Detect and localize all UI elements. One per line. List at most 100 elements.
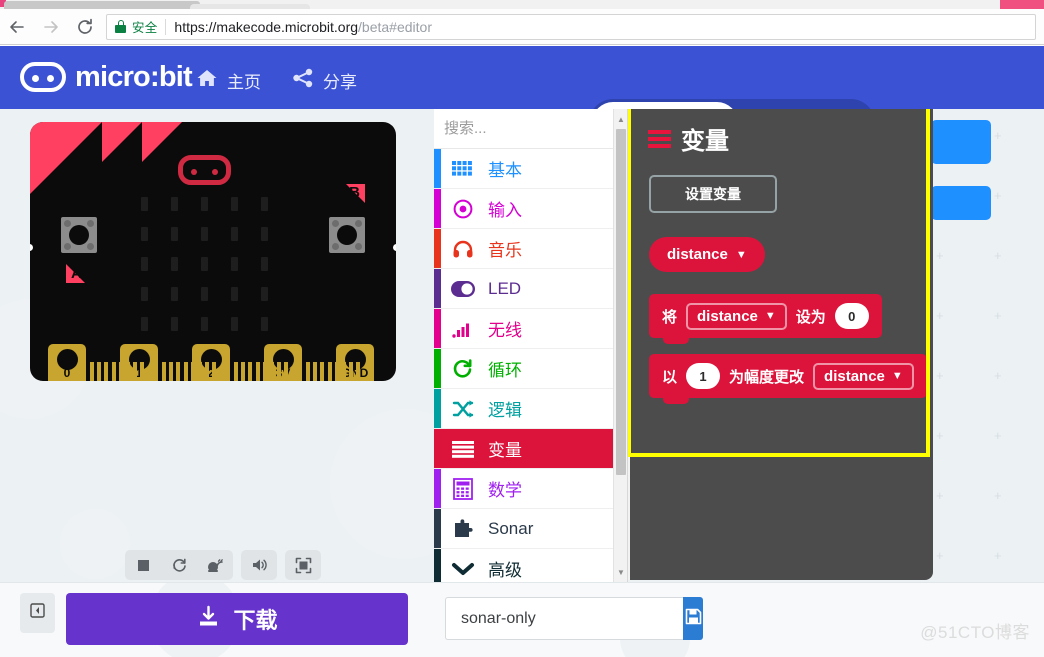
toolbox-category-8[interactable]: 变量 [434, 429, 614, 469]
small-pin [255, 362, 260, 381]
toggle-icon [451, 280, 475, 297]
small-pin [306, 362, 310, 381]
nav-share-button[interactable]: 分享 [292, 68, 357, 93]
download-icon [196, 604, 221, 635]
nav-home-label: 主页 [227, 73, 261, 92]
button-a[interactable] [61, 217, 97, 253]
led-pixel [231, 317, 238, 331]
collapse-simulator-button[interactable] [20, 593, 55, 633]
grid-marker: + [994, 248, 1002, 263]
restart-icon[interactable] [161, 550, 197, 580]
url-bar[interactable]: 安全 https://makecode.microbit.org/beta#ed… [106, 13, 1036, 40]
category-color-stripe [434, 549, 441, 582]
category-label: 数学 [488, 481, 522, 500]
led-pixel [201, 257, 208, 271]
save-project-button[interactable] [683, 597, 703, 640]
scroll-down-icon[interactable]: ▼ [614, 564, 628, 580]
tab-accent-right [1000, 0, 1044, 9]
small-pin [176, 362, 181, 381]
pin-0[interactable]: 0 [48, 344, 86, 381]
category-label: 基本 [488, 161, 522, 180]
board-corner-triangle [30, 122, 102, 194]
background-decoration [60, 509, 130, 579]
microbit-board-simulator[interactable]: A B 0 1 2 3V GND [30, 122, 396, 381]
reload-icon[interactable] [68, 9, 102, 45]
category-color-stripe [434, 309, 441, 348]
small-pin [248, 362, 253, 381]
grid-marker: + [994, 188, 1002, 203]
url-origin: https://makecode.microbit.org [174, 18, 359, 35]
category-color-stripe [434, 189, 441, 228]
small-pin [111, 362, 116, 381]
led-pixel [171, 197, 178, 211]
toolbox-category-3[interactable]: 音乐 [434, 229, 614, 269]
led-pixel [261, 197, 268, 211]
button-b[interactable] [329, 217, 365, 253]
fullscreen-icon[interactable] [285, 550, 321, 580]
board-zigzag-2 [142, 122, 182, 162]
workspace-block-2[interactable] [931, 186, 991, 220]
grid-marker: + [936, 488, 944, 503]
led-pixel [231, 227, 238, 241]
grid-marker: + [994, 308, 1002, 323]
toolbox-category-1[interactable]: 基本 [434, 149, 614, 189]
small-pin [97, 362, 102, 381]
flyout-highlight-box [628, 109, 930, 457]
project-name-group [445, 597, 703, 640]
category-color-stripe [434, 469, 441, 508]
grid-marker: + [936, 368, 944, 383]
scroll-up-icon[interactable]: ▲ [614, 111, 628, 127]
led-pixel [231, 257, 238, 271]
toolbox-category-5[interactable]: 无线 [434, 309, 614, 349]
category-color-stripe [434, 429, 441, 468]
loop-icon [451, 358, 475, 380]
pin-label: 0 [63, 366, 71, 380]
stripes-icon [451, 440, 475, 458]
category-color-stripe [434, 269, 441, 308]
toolbox-category-7[interactable]: 逻辑 [434, 389, 614, 429]
led-pixel [261, 317, 268, 331]
category-label: 逻辑 [488, 401, 522, 420]
collapse-left-icon [30, 603, 45, 623]
toolbox-category-list: 基本输入 音乐 LED 无线 循环逻辑变量数学 Sonar 高级 [434, 149, 614, 582]
project-name-input[interactable] [445, 597, 683, 640]
toolbox-category-9[interactable]: 数学 [434, 469, 614, 509]
small-pin [140, 362, 145, 381]
download-button[interactable]: 下载 [66, 593, 408, 645]
back-arrow-icon[interactable] [0, 9, 34, 45]
snail-icon[interactable] [197, 550, 233, 580]
led-matrix [141, 197, 275, 332]
lock-icon [115, 20, 126, 33]
signal-icon [451, 320, 475, 338]
stop-icon[interactable] [125, 550, 161, 580]
category-color-stripe [434, 149, 441, 188]
category-color-stripe [434, 229, 441, 268]
microbit-logo[interactable]: micro:bit [20, 62, 193, 92]
workspace-block-1[interactable] [931, 120, 991, 164]
button-b-label: B [349, 184, 360, 201]
target-icon [451, 198, 475, 220]
download-label: 下载 [233, 608, 278, 633]
toolbox-category-4[interactable]: LED [434, 269, 614, 309]
small-pin [349, 362, 354, 381]
background-decoration [330, 409, 434, 559]
chevron-down-icon [451, 561, 475, 577]
toolbox-category-11[interactable]: 高级 [434, 549, 614, 582]
blocks-workspace[interactable]: ++++++++++++++++++++++++++++++++++++++++… [628, 109, 1044, 582]
watermark: @51CTO博客 [920, 623, 1030, 642]
toolbox-category-6[interactable]: 循环 [434, 349, 614, 389]
microbit-face-icon [20, 62, 66, 92]
led-pixel [261, 227, 268, 241]
simulator-control-group-audio [241, 550, 277, 580]
toolbox-category-2[interactable]: 输入 [434, 189, 614, 229]
forward-arrow-icon [34, 9, 68, 45]
toolbox-scrollbar[interactable]: ▲ ▼ [613, 109, 627, 582]
toolbox-scroll-thumb[interactable] [616, 129, 626, 475]
category-label: 高级 [488, 561, 522, 580]
grid-marker: + [936, 428, 944, 443]
small-pin [320, 362, 325, 381]
toolbox-category-10[interactable]: Sonar [434, 509, 614, 549]
nav-home-button[interactable]: 主页 [196, 68, 261, 93]
speaker-icon[interactable] [241, 550, 277, 580]
led-pixel [141, 227, 148, 241]
